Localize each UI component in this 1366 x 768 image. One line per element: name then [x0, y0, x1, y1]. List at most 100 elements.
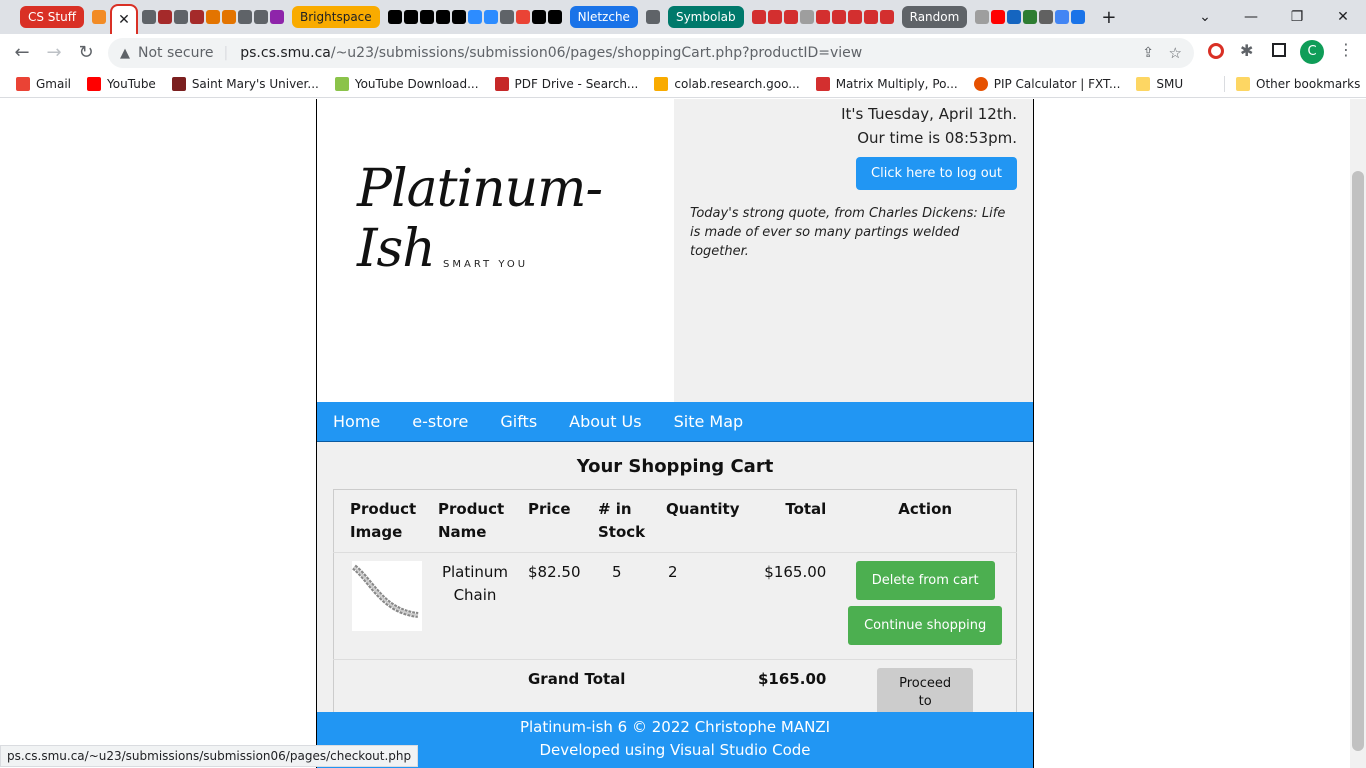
bookmark-matrix[interactable]: Matrix Multiply, Po...	[815, 77, 958, 91]
download-arrow-icon	[334, 77, 349, 91]
tab-favicon[interactable]	[270, 10, 285, 24]
tab-favicon[interactable]	[531, 10, 546, 24]
bookmark-pip[interactable]: PIP Calculator | FXT...	[973, 77, 1120, 91]
nav-site-map[interactable]: Site Map	[674, 412, 744, 431]
tab-group-cs-stuff[interactable]: CS Stuff	[20, 6, 85, 28]
tab-group-brightspace[interactable]: Brightspace	[292, 6, 380, 28]
scrollbar-thumb[interactable]	[1352, 171, 1364, 751]
pdf-drive-icon	[494, 77, 509, 91]
nav-estore[interactable]: e-store	[412, 412, 468, 431]
share-icon[interactable]: ⇪	[1142, 45, 1154, 61]
active-tab-close-icon[interactable]: ✕	[110, 4, 139, 34]
bookmark-youtube[interactable]: YouTube	[87, 77, 156, 91]
nav-home[interactable]: Home	[333, 412, 380, 431]
tab-favicon[interactable]	[975, 10, 990, 24]
tab-favicon[interactable]	[751, 10, 766, 24]
delete-from-cart-button[interactable]: Delete from cart	[855, 561, 995, 600]
tab-favicon[interactable]	[499, 10, 514, 24]
other-bookmarks[interactable]: Other bookmarks	[1236, 77, 1360, 91]
logout-button[interactable]: Click here to log out	[856, 157, 1017, 190]
tab-favicon[interactable]	[435, 10, 450, 24]
tab-favicon[interactable]	[254, 10, 269, 24]
tab-favicon[interactable]	[1023, 10, 1038, 24]
tab-strip: CS Stuff ✕ Brightspace Nletzche Symbolab	[0, 0, 1366, 34]
tab-favicons[interactable]	[92, 10, 107, 24]
tab-favicon[interactable]	[142, 10, 157, 24]
product-total: $165.00	[750, 552, 835, 660]
tab-favicons[interactable]	[142, 10, 285, 24]
tab-favicon[interactable]	[419, 10, 434, 24]
tab-favicon[interactable]	[1007, 10, 1022, 24]
continue-shopping-button[interactable]: Continue shopping	[848, 606, 1003, 645]
tab-favicon[interactable]	[783, 10, 798, 24]
tab-favicon[interactable]	[483, 10, 498, 24]
tab-favicon[interactable]	[767, 10, 782, 24]
tab-favicon[interactable]	[206, 10, 221, 24]
minimize-icon[interactable]: —	[1228, 0, 1274, 34]
tab-favicon[interactable]	[222, 10, 237, 24]
security-label[interactable]: Not secure	[138, 45, 214, 61]
forward-icon[interactable]: →	[38, 37, 70, 69]
bookmark-smu-folder[interactable]: SMU	[1136, 77, 1183, 91]
nav-gifts[interactable]: Gifts	[500, 412, 537, 431]
tab-favicon[interactable]	[174, 10, 189, 24]
tab-group-symbolab[interactable]: Symbolab	[667, 6, 744, 28]
tab-favicons[interactable]	[751, 10, 894, 24]
tab-favicons[interactable]	[975, 10, 1086, 24]
tab-favicon[interactable]	[238, 10, 253, 24]
reload-icon[interactable]: ↻	[70, 37, 102, 69]
tab-favicon[interactable]	[547, 10, 562, 24]
bookmark-label: YouTube	[107, 77, 156, 91]
tab-favicon[interactable]	[879, 10, 894, 24]
tab-favicon[interactable]	[1055, 10, 1070, 24]
toolbar: ← → ↻ ▲ Not secure | ps.cs.smu.ca/~u23/s…	[0, 34, 1366, 71]
tab-favicons[interactable]	[387, 10, 562, 24]
tab-favicon[interactable]	[1071, 10, 1086, 24]
tab-favicon[interactable]	[863, 10, 878, 24]
tab-favicon[interactable]	[467, 10, 482, 24]
back-icon[interactable]: ←	[6, 37, 38, 69]
url-text[interactable]: ps.cs.smu.ca/~u23/submissions/submission…	[240, 45, 862, 61]
tab-favicon[interactable]	[190, 10, 205, 24]
tab-favicon[interactable]	[645, 10, 660, 24]
nav-about-us[interactable]: About Us	[569, 412, 641, 431]
opera-icon[interactable]	[1208, 43, 1224, 59]
menu-icon[interactable]: ⋮	[1338, 40, 1354, 59]
tab-group-random[interactable]: Random	[901, 6, 968, 28]
tab-favicon[interactable]	[515, 10, 530, 24]
address-bar[interactable]: ▲ Not secure | ps.cs.smu.ca/~u23/submiss…	[108, 38, 1194, 68]
tab-favicon[interactable]	[815, 10, 830, 24]
bookmark-smu[interactable]: Saint Mary's Univer...	[171, 77, 319, 91]
bookmark-colab[interactable]: colab.research.goo...	[654, 77, 800, 91]
restore-icon[interactable]: ❐	[1274, 0, 1320, 34]
tab-favicon[interactable]	[451, 10, 466, 24]
footer-credit: Developed using Visual Studio Code	[539, 741, 811, 759]
bookmark-pdf-drive[interactable]: PDF Drive - Search...	[494, 77, 638, 91]
close-window-icon[interactable]: ✕	[1320, 0, 1366, 34]
tab-favicon[interactable]	[387, 10, 402, 24]
tab-favicon[interactable]	[991, 10, 1006, 24]
page-viewport: Platinum-Ish SMART YOU It's Tuesday, Apr…	[0, 99, 1350, 768]
tab-favicon[interactable]	[403, 10, 418, 24]
tab-favicon[interactable]	[847, 10, 862, 24]
tab-favicons[interactable]	[645, 10, 660, 24]
extensions-icon[interactable]: ✱	[1240, 41, 1253, 60]
profile-avatar[interactable]: C	[1300, 40, 1324, 64]
table-header-row: Product Image Product Name Price # in St…	[333, 489, 1017, 553]
tab-favicon[interactable]	[92, 10, 107, 24]
tab-favicon[interactable]	[1039, 10, 1054, 24]
tab-favicon[interactable]	[799, 10, 814, 24]
tab-search-icon[interactable]: ⌄	[1182, 0, 1228, 34]
page-scrollbar[interactable]	[1350, 99, 1366, 768]
tab-favicon[interactable]	[158, 10, 173, 24]
bookmark-star-icon[interactable]: ☆	[1169, 44, 1182, 62]
new-tab-icon[interactable]: +	[1101, 7, 1116, 28]
tab-favicon[interactable]	[831, 10, 846, 24]
bookmark-youtube-downloader[interactable]: YouTube Download...	[334, 77, 479, 91]
bookmark-gmail[interactable]: Gmail	[16, 77, 71, 91]
warning-icon[interactable]: ▲	[120, 46, 130, 61]
site-logo[interactable]: Platinum-Ish SMART YOU	[317, 99, 674, 402]
bookmark-label: colab.research.goo...	[674, 77, 800, 91]
sidepanel-icon[interactable]	[1272, 43, 1286, 57]
tab-group-nletzche[interactable]: Nletzche	[569, 6, 638, 28]
